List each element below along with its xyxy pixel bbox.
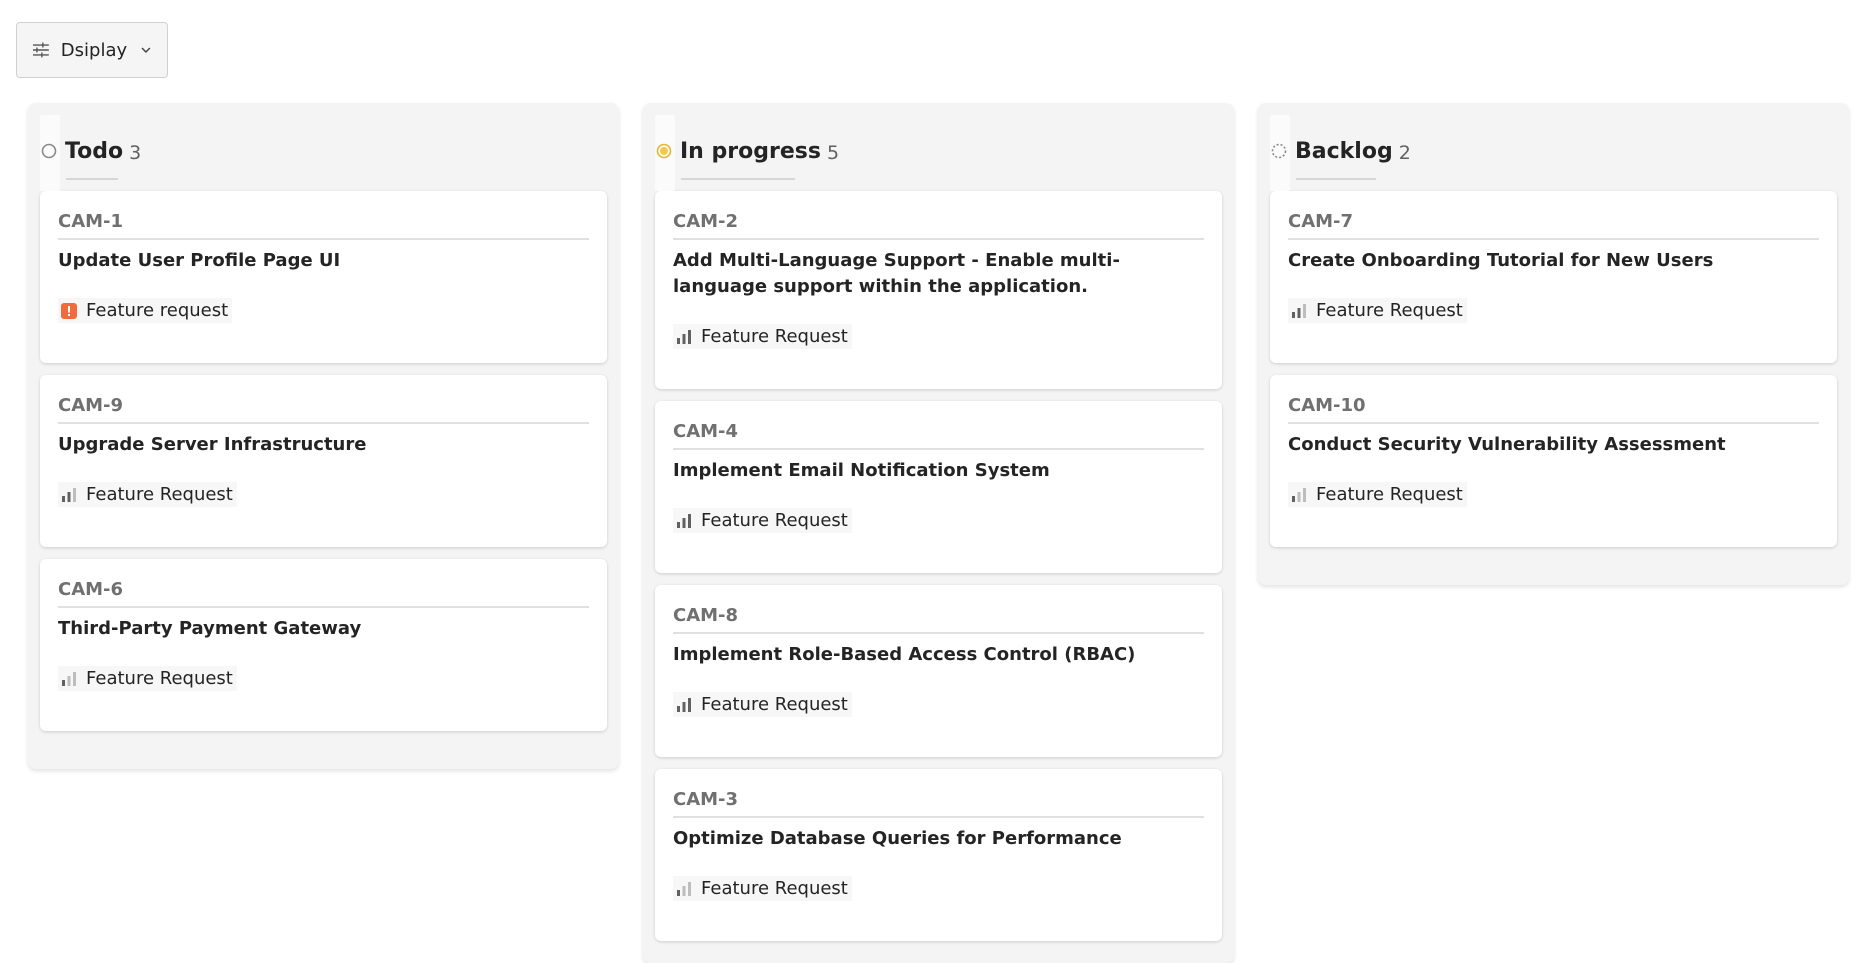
issue-tag-label: Feature Request — [86, 484, 233, 505]
column-count: 2 — [1398, 142, 1411, 164]
high-priority-icon — [677, 697, 691, 712]
column-in-progress: In progress 5 CAM-2 Add Multi-Language S… — [643, 103, 1234, 963]
issue-title: Optimize Database Queries for Performanc… — [673, 828, 1122, 849]
issue-card[interactable]: CAM-3 Optimize Database Queries for Perf… — [655, 769, 1222, 941]
display-button-label: Dsiplay — [60, 39, 128, 61]
issue-id: CAM-4 — [673, 421, 1204, 450]
card-list: CAM-1 Update User Profile Page UI Featur… — [28, 191, 619, 731]
issue-id: CAM-6 — [58, 579, 589, 608]
issue-id: CAM-10 — [1288, 395, 1819, 424]
issue-tag-label: Feature Request — [86, 668, 233, 689]
column-header: Todo 3 — [28, 103, 619, 191]
column-title: Todo — [65, 138, 124, 164]
column-underline — [681, 178, 795, 180]
issue-id: CAM-1 — [58, 211, 589, 240]
display-button[interactable]: Dsiplay — [16, 22, 168, 78]
column-count: 3 — [129, 142, 142, 164]
urgent-priority-icon — [61, 302, 77, 319]
issue-tag-label: Feature Request — [701, 510, 848, 531]
low-priority-icon — [1292, 487, 1306, 502]
issue-card[interactable]: CAM-10 Conduct Security Vulnerability As… — [1270, 375, 1837, 547]
column-title-group[interactable]: In progress 5 — [655, 138, 839, 164]
column-title-group[interactable]: Backlog 2 — [1270, 138, 1411, 164]
medium-priority-icon — [1292, 303, 1306, 318]
issue-id: CAM-3 — [673, 789, 1204, 818]
column-header: Backlog 2 — [1258, 103, 1849, 191]
issue-tag-label: Feature Request — [701, 878, 848, 899]
high-priority-icon — [677, 513, 691, 528]
issue-tag[interactable]: Feature Request — [58, 666, 237, 691]
low-priority-icon — [677, 881, 691, 896]
card-list: CAM-7 Create Onboarding Tutorial for New… — [1258, 191, 1849, 547]
column-todo: Todo 3 CAM-1 Update User Profile Page UI… — [28, 103, 619, 769]
issue-card[interactable]: CAM-2 Add Multi-Language Support - Enabl… — [655, 191, 1222, 389]
options-icon — [32, 42, 49, 58]
column-title: In progress — [680, 138, 821, 164]
issue-card[interactable]: CAM-9 Upgrade Server Infrastructure Feat… — [40, 375, 607, 547]
issue-title: Upgrade Server Infrastructure — [58, 434, 367, 455]
column-underline — [1296, 178, 1376, 180]
issue-title: Implement Role-Based Access Control (RBA… — [673, 644, 1136, 665]
issue-tag[interactable]: Feature Request — [673, 508, 852, 533]
issue-tag[interactable]: Feature request — [58, 298, 233, 323]
issue-tag[interactable]: Feature Request — [673, 692, 852, 717]
issue-tag-label: Feature Request — [701, 694, 848, 715]
column-title-group[interactable]: Todo 3 — [40, 138, 141, 164]
high-priority-icon — [677, 329, 691, 344]
column-underline — [66, 178, 118, 180]
issue-tag[interactable]: Feature Request — [1288, 482, 1467, 507]
half-filled-circle-icon — [656, 143, 672, 159]
column-count: 5 — [826, 142, 840, 164]
issue-title: Third-Party Payment Gateway — [58, 618, 362, 639]
issue-title: Conduct Security Vulnerability Assessmen… — [1288, 434, 1726, 455]
toolbar: Dsiplay — [16, 22, 168, 78]
issue-tag-label: Feature Request — [1316, 300, 1463, 321]
issue-card[interactable]: CAM-1 Update User Profile Page UI Featur… — [40, 191, 607, 363]
issue-title: Update User Profile Page UI — [58, 250, 341, 271]
issue-card[interactable]: CAM-8 Implement Role-Based Access Contro… — [655, 585, 1222, 757]
issue-title: Create Onboarding Tutorial for New Users — [1288, 250, 1714, 271]
issue-id: CAM-2 — [673, 211, 1204, 240]
issue-card[interactable]: CAM-6 Third-Party Payment Gateway Featur… — [40, 559, 607, 731]
issue-card[interactable]: CAM-4 Implement Email Notification Syste… — [655, 401, 1222, 573]
issue-tag[interactable]: Feature Request — [58, 482, 237, 507]
issue-tag[interactable]: Feature Request — [673, 324, 852, 349]
issue-title: Add Multi-Language Support - Enable mult… — [673, 250, 1120, 297]
column-backlog: Backlog 2 CAM-7 Create Onboarding Tutori… — [1258, 103, 1849, 585]
issue-tag[interactable]: Feature Request — [1288, 298, 1467, 323]
issue-id: CAM-7 — [1288, 211, 1819, 240]
dashed-circle-icon — [1271, 143, 1287, 159]
issue-tag-label: Feature Request — [1316, 484, 1463, 505]
medium-priority-icon — [62, 487, 76, 502]
issue-id: CAM-9 — [58, 395, 589, 424]
empty-circle-icon — [41, 143, 57, 159]
issue-card[interactable]: CAM-7 Create Onboarding Tutorial for New… — [1270, 191, 1837, 363]
column-header: In progress 5 — [643, 103, 1234, 191]
issue-id: CAM-8 — [673, 605, 1204, 634]
issue-title: Implement Email Notification System — [673, 460, 1050, 481]
column-title: Backlog — [1295, 138, 1393, 164]
issue-tag-label: Feature request — [86, 300, 229, 321]
issue-tag[interactable]: Feature Request — [673, 876, 852, 901]
low-priority-icon — [62, 671, 76, 686]
chevron-down-icon — [141, 47, 151, 54]
issue-tag-label: Feature Request — [701, 326, 848, 347]
card-list: CAM-2 Add Multi-Language Support - Enabl… — [643, 191, 1234, 941]
